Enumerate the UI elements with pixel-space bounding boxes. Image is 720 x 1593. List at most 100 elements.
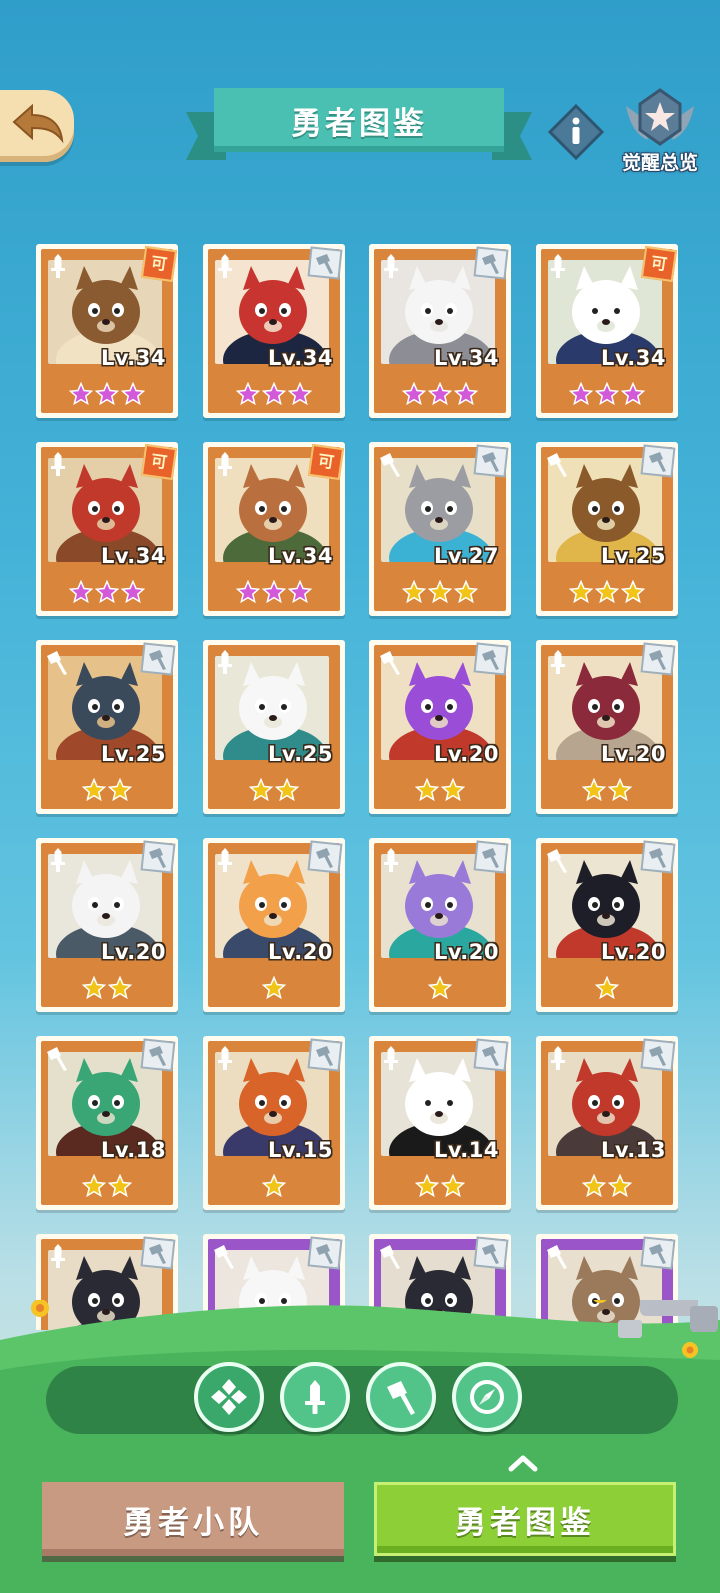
star-icon [82, 976, 106, 1000]
star-icon [275, 778, 299, 802]
hero-level: Lv.20 [267, 940, 333, 964]
hero-card[interactable]: Lv.27 [369, 442, 511, 616]
star-icon [441, 778, 465, 802]
hero-level: Lv.13 [600, 1138, 666, 1162]
hero-star-rating [536, 976, 678, 1002]
star-icon [108, 778, 132, 802]
weapon-tag-icon [640, 642, 676, 676]
hero-card[interactable]: Lv.20 [369, 838, 511, 1012]
hammer-role-icon [547, 1245, 567, 1269]
hero-star-rating [203, 976, 345, 1002]
weapon-tag-icon [640, 1038, 676, 1072]
hero-card[interactable]: Lv.20 [369, 640, 511, 814]
star-icon [608, 778, 632, 802]
sword-role-icon [551, 650, 565, 674]
hero-star-rating [536, 1174, 678, 1200]
star-icon [121, 382, 145, 406]
hero-level: Lv.20 [433, 940, 499, 964]
hero-card[interactable]: Lv.20 [536, 640, 678, 814]
hero-card[interactable]: Lv.20 [536, 838, 678, 1012]
hero-card[interactable]: 可 Lv.34 [36, 442, 178, 616]
hero-level: Lv.25 [600, 544, 666, 568]
hero-card[interactable]: Lv.18 [36, 1036, 178, 1210]
filter-compass-button[interactable] [452, 1362, 522, 1432]
sword-icon [305, 1380, 325, 1414]
filter-hammer-button[interactable] [366, 1362, 436, 1432]
hero-star-rating [203, 382, 345, 408]
star-icon [454, 580, 478, 604]
tab-hero-squad[interactable]: 勇者小队 [42, 1482, 344, 1556]
weapon-tag-icon [140, 1038, 176, 1072]
back-button[interactable] [0, 90, 74, 162]
weapon-tag-icon [473, 840, 509, 874]
hammer-role-icon [47, 651, 67, 675]
weapon-tag-icon [307, 246, 343, 280]
hero-card[interactable]: Lv.13 [536, 1036, 678, 1210]
sword-role-icon [51, 848, 65, 872]
hammer-role-icon [380, 453, 400, 477]
info-button[interactable] [547, 103, 605, 161]
hero-star-rating [36, 1174, 178, 1200]
star-icon [582, 778, 606, 802]
star-icon [262, 976, 286, 1000]
star-icon [595, 976, 619, 1000]
hero-level: Lv.18 [100, 1138, 166, 1162]
weapon-tag-icon [473, 642, 509, 676]
hero-level: Lv.34 [267, 346, 333, 370]
info-icon [547, 103, 605, 161]
hero-card[interactable]: Lv.14 [369, 1036, 511, 1210]
hero-star-rating [369, 382, 511, 408]
hero-level: Lv.14 [433, 1138, 499, 1162]
hero-star-rating [203, 1174, 345, 1200]
hero-star-rating [36, 976, 178, 1002]
awaken-overview-button[interactable]: 觉醒总览 [612, 86, 708, 176]
hero-card[interactable]: Lv.20 [203, 838, 345, 1012]
hero-card[interactable]: Lv.15 [203, 1036, 345, 1210]
sword-role-icon [51, 254, 65, 278]
awaken-tag-badge: 可 [140, 443, 178, 481]
star-icon [454, 382, 478, 406]
hero-card[interactable]: Lv.25 [36, 640, 178, 814]
chevron-up-icon[interactable] [508, 1454, 538, 1472]
star-icon [428, 580, 452, 604]
tab-hero-codex[interactable]: 勇者图鉴 [374, 1482, 676, 1556]
page-title: 勇者图鉴 [214, 88, 504, 152]
filter-all-button[interactable] [194, 1362, 264, 1432]
star-icon [402, 382, 426, 406]
hero-card[interactable]: Lv.34 [369, 244, 511, 418]
star-icon [402, 580, 426, 604]
hero-card[interactable]: Lv.34 [203, 244, 345, 418]
sword-role-icon [218, 254, 232, 278]
star-icon [288, 382, 312, 406]
hammer-role-icon [380, 1245, 400, 1269]
hero-codex-grid[interactable]: 可 Lv.34 Lv.34 Lv.34 可 Lv.34 可 Lv.34 可 Lv.34 Lv.27 L… [0, 230, 720, 1330]
hero-star-rating [36, 382, 178, 408]
weapon-tag-icon [140, 642, 176, 676]
hero-card[interactable]: 可 Lv.34 [203, 442, 345, 616]
hero-level: Lv.20 [433, 742, 499, 766]
hero-card[interactable]: Lv.25 [536, 442, 678, 616]
hero-star-rating [36, 580, 178, 606]
star-icon [249, 778, 273, 802]
star-icon [582, 1174, 606, 1198]
hero-card[interactable]: Lv.20 [36, 838, 178, 1012]
hero-star-rating [369, 580, 511, 606]
star-icon [69, 580, 93, 604]
hero-level: Lv.25 [267, 742, 333, 766]
filter-sword-button[interactable] [280, 1362, 350, 1432]
hammer-role-icon [380, 651, 400, 675]
star-icon [262, 382, 286, 406]
hammer-role-icon [547, 849, 567, 873]
hero-level: Lv.34 [100, 346, 166, 370]
sword-role-icon [51, 452, 65, 476]
all-icon [211, 1379, 247, 1415]
hero-card[interactable]: 可 Lv.34 [36, 244, 178, 418]
star-icon [621, 580, 645, 604]
weapon-tag-icon [473, 246, 509, 280]
hero-card[interactable]: 可 Lv.34 [536, 244, 678, 418]
star-icon [288, 580, 312, 604]
star-icon [108, 976, 132, 1000]
hero-level: Lv.20 [100, 940, 166, 964]
weapon-tag-icon [473, 1236, 509, 1270]
hero-card[interactable]: Lv.25 [203, 640, 345, 814]
